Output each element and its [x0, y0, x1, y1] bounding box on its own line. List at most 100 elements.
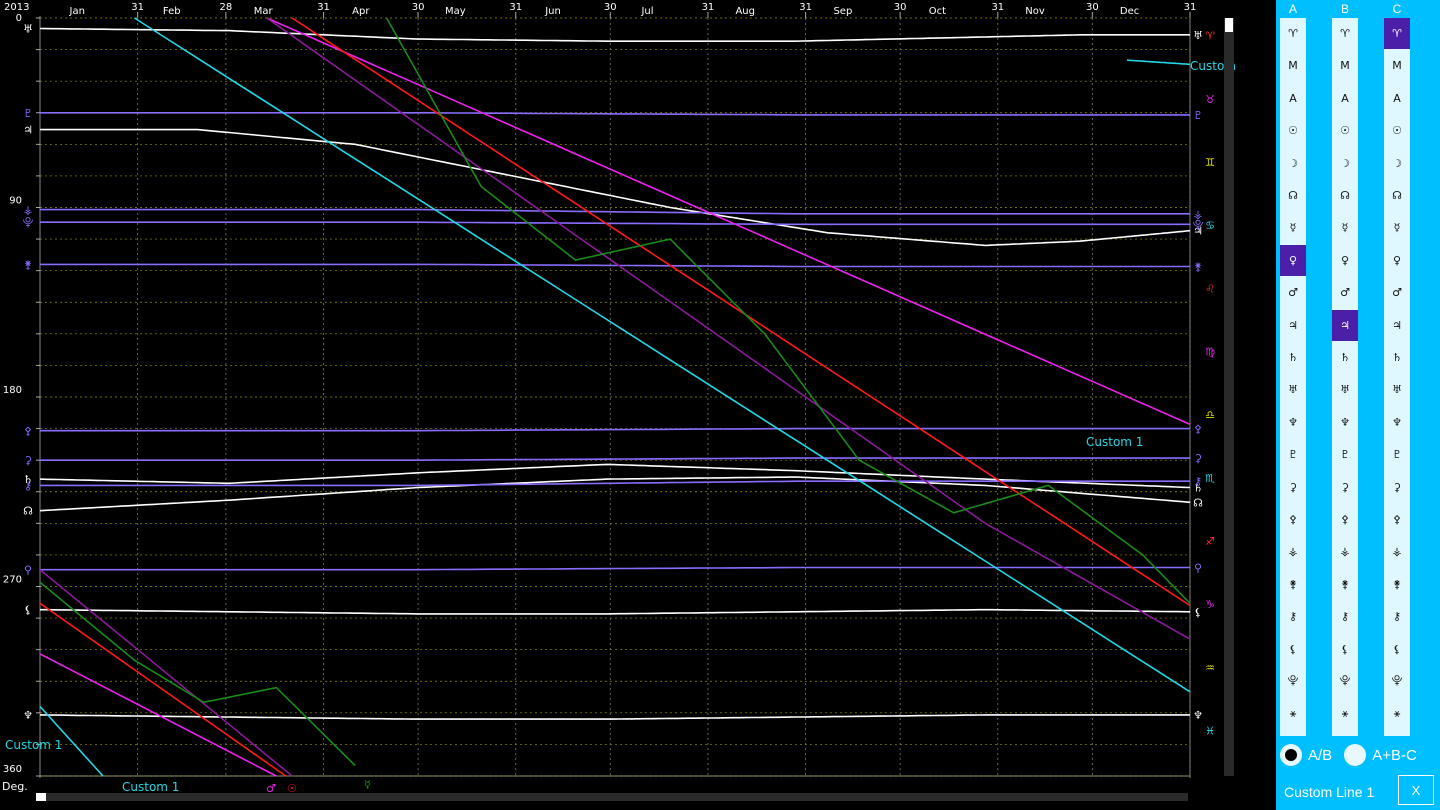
column-c-item[interactable]: ⚸: [1384, 634, 1410, 665]
column-b-item[interactable]: ♇: [1332, 439, 1358, 470]
zodiac-sign-label: ♎: [1205, 409, 1215, 422]
column-c-item[interactable]: M: [1384, 50, 1410, 81]
vertical-scroll-thumb[interactable]: [1225, 18, 1233, 32]
month-end-label: 31: [702, 2, 715, 13]
series-start-glyph: ⚶: [23, 204, 32, 217]
column-a-item[interactable]: ♂: [1280, 277, 1306, 308]
column-b-item[interactable]: M: [1332, 50, 1358, 81]
series-line-6: [40, 112, 1190, 116]
column-a-item[interactable]: ♇: [1280, 439, 1306, 470]
column-a-item[interactable]: A: [1280, 83, 1306, 114]
column-b-item[interactable]: ⚵: [1332, 569, 1358, 600]
zodiac-sign-label: ♒: [1205, 661, 1215, 674]
series-start-glyph: ⚴: [24, 425, 32, 438]
series-start-glyph: ♇: [23, 107, 33, 120]
column-b-item[interactable]: ♀: [1332, 245, 1358, 276]
column-c-item[interactable]: ☽: [1384, 148, 1410, 179]
column-b-item[interactable]: ☽: [1332, 148, 1358, 179]
horizontal-scrollbar[interactable]: [36, 793, 1188, 801]
radio-ab-dot: [1285, 749, 1297, 761]
zodiac-sign-label: ♏: [1205, 472, 1215, 485]
series-start-glyph: ⚲: [24, 564, 32, 577]
column-b-item[interactable]: ♆: [1332, 407, 1358, 438]
column-a-item[interactable]: ⚸: [1280, 634, 1306, 665]
column-b-item[interactable]: ⚴: [1332, 504, 1358, 535]
column-b-item[interactable]: A: [1332, 83, 1358, 114]
column-b-item[interactable]: ⚷: [1332, 601, 1358, 632]
series-line-0: [39, 27, 1190, 42]
column-a-item[interactable]: ⚹: [1280, 698, 1306, 729]
column-c-item[interactable]: ☊: [1384, 180, 1410, 211]
column-b-item[interactable]: ⚸: [1332, 634, 1358, 665]
column-a-item[interactable]: ☉: [1280, 115, 1306, 146]
month-end-label: 30: [604, 2, 617, 13]
column-a-item[interactable]: ⚳: [1280, 472, 1306, 503]
column-c-item[interactable]: ♄: [1384, 342, 1410, 373]
column-b-item[interactable]: ⚶: [1332, 536, 1358, 567]
column-a-item[interactable]: ☿: [1280, 212, 1306, 243]
series-start-glyph: ♃: [23, 124, 33, 137]
column-a-item[interactable]: ♄: [1280, 342, 1306, 373]
column-c-item[interactable]: ♃: [1384, 310, 1410, 341]
zodiac-sign-label: ♍: [1205, 345, 1215, 358]
column-b-item[interactable]: ☉: [1332, 115, 1358, 146]
column-a-item[interactable]: ♅: [1280, 374, 1306, 405]
column-c-item[interactable]: ⚹: [1384, 698, 1410, 729]
month-end-label: 30: [1086, 2, 1099, 13]
column-a-item[interactable]: ♃: [1280, 310, 1306, 341]
column-c-item[interactable]: ♂: [1384, 277, 1410, 308]
series-end-glyph: ⯓: [1193, 218, 1204, 231]
column-c-item[interactable]: ☿: [1384, 212, 1410, 243]
series-end-glyph: ♅: [1193, 29, 1203, 42]
month-label: Dec: [1120, 6, 1139, 17]
column-c-item[interactable]: ⚵: [1384, 569, 1410, 600]
column-c-item[interactable]: ♀: [1384, 245, 1410, 276]
column-a-item[interactable]: ⚷: [1280, 601, 1306, 632]
column-b-item[interactable]: ☿: [1332, 212, 1358, 243]
column-c-item[interactable]: ☉: [1384, 115, 1410, 146]
column-a-item[interactable]: ⚵: [1280, 569, 1306, 600]
column-b-item[interactable]: ⚳: [1332, 472, 1358, 503]
column-a-item[interactable]: ☽: [1280, 148, 1306, 179]
column-c-item[interactable]: ♇: [1384, 439, 1410, 470]
column-c-item[interactable]: ⯓: [1384, 666, 1410, 697]
column-a-item[interactable]: ⚶: [1280, 536, 1306, 567]
column-b-item[interactable]: ⯓: [1332, 666, 1358, 697]
column-c-item[interactable]: ♆: [1384, 407, 1410, 438]
vertical-scrollbar[interactable]: [1224, 18, 1234, 776]
column-c-item[interactable]: ⚶: [1384, 536, 1410, 567]
column-a-item[interactable]: ♆: [1280, 407, 1306, 438]
column-c-item[interactable]: ♈: [1384, 18, 1410, 49]
month-label: Feb: [163, 6, 181, 17]
column-b-item[interactable]: ⚹: [1332, 698, 1358, 729]
zodiac-sign-label: ♉: [1205, 93, 1215, 106]
column-a-item[interactable]: ♀: [1280, 244, 1306, 276]
column-a-item[interactable]: M: [1280, 50, 1306, 81]
column-b-item[interactable]: ♂: [1332, 277, 1358, 308]
column-b-item[interactable]: ☊: [1332, 180, 1358, 211]
close-button[interactable]: X: [1398, 775, 1434, 805]
column-a-item[interactable]: ⯓: [1280, 666, 1306, 697]
radio-abc[interactable]: [1344, 744, 1367, 766]
series-end-glyph: ⚳: [1194, 452, 1202, 465]
mercury-bottom-glyph: ☿: [364, 778, 371, 791]
column-b-item[interactable]: ♄: [1332, 342, 1358, 373]
horizontal-scroll-thumb[interactable]: [36, 793, 46, 801]
column-c-item[interactable]: A: [1384, 83, 1410, 114]
column-b-item[interactable]: ♈: [1332, 18, 1358, 49]
column-a-item[interactable]: ♈: [1280, 18, 1306, 49]
degree-axis-label: Deg.: [2, 780, 28, 793]
series-line-5: [39, 714, 1190, 720]
column-b-item[interactable]: ♃: [1332, 309, 1358, 341]
column-c-item[interactable]: ⚷: [1384, 601, 1410, 632]
column-c-item[interactable]: ⚴: [1384, 504, 1410, 535]
month-label: Aug: [735, 6, 755, 17]
column-c-item[interactable]: ⚳: [1384, 472, 1410, 503]
ephemeris-chart[interactable]: 31 28 31 30 31 30 31 31 30 31 30 31 Jan Feb Mar Apr May J…: [0, 0, 1240, 810]
radio-abc-label: A+B-C: [1372, 746, 1417, 764]
column-c-item[interactable]: ♅: [1384, 374, 1410, 405]
column-a-item[interactable]: ☊: [1280, 180, 1306, 211]
column-a-item[interactable]: ⚴: [1280, 504, 1306, 535]
column-b-item[interactable]: ♅: [1332, 374, 1358, 405]
radio-ab[interactable]: [1280, 744, 1302, 766]
